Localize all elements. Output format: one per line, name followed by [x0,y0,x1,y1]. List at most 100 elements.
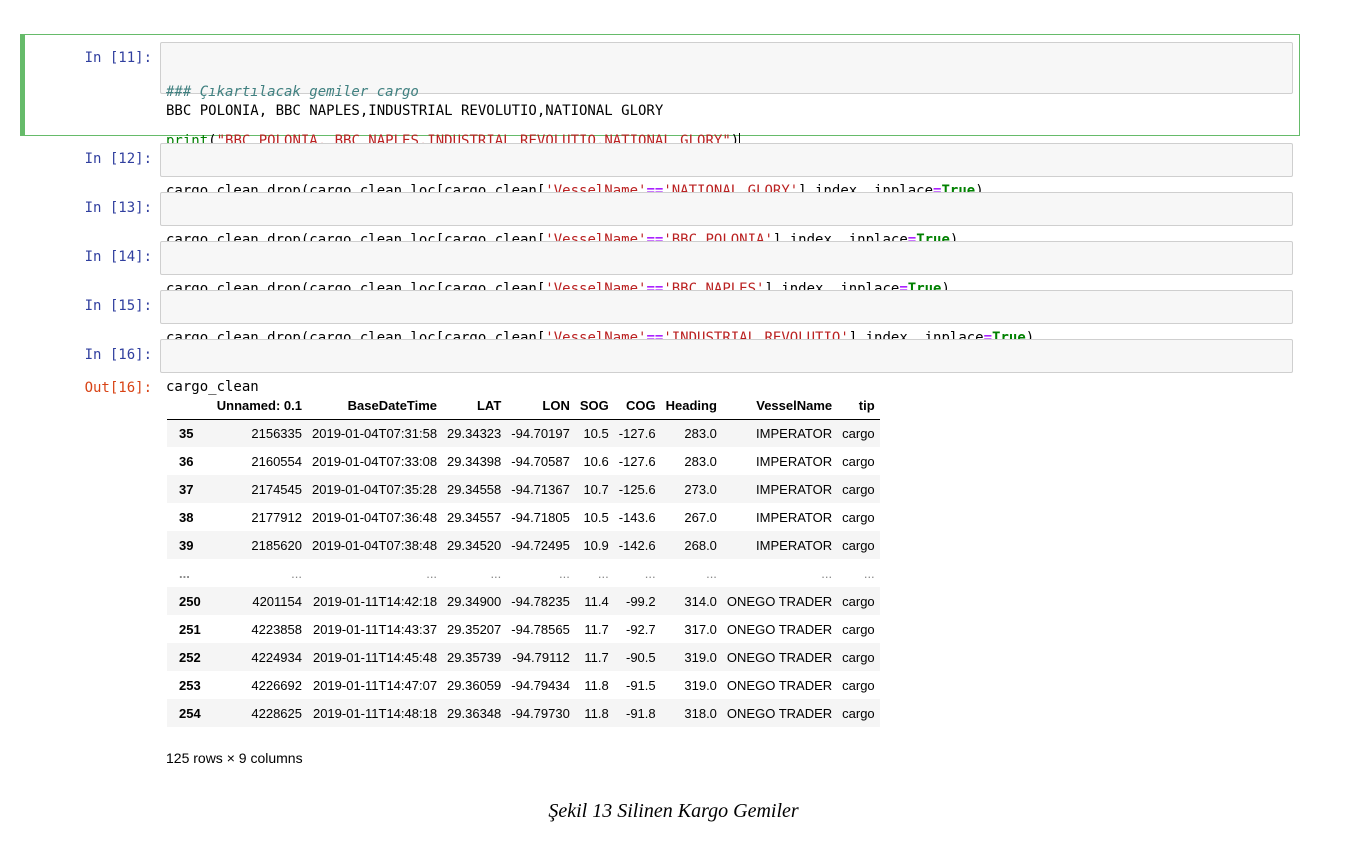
table-cell: 10.5 [583,425,609,441]
table-cell: -99.2 [625,593,656,609]
table-cell: ONEGO TRADER [726,593,833,609]
table-cell: 10.6 [583,453,609,469]
row-index: 251 [179,621,201,637]
table-cell: 319.0 [684,649,717,665]
table-cell: 2019-01-11T14:47:07 [312,677,438,693]
table-row: 250 4201154 2019-01-11T14:42:18 29.34900 -94… [167,587,880,615]
table-cell: 4228625 [251,705,302,721]
table-row: 36 2160554 2019-01-04T07:33:08 29.34398 -94.… [167,447,880,475]
table-cell: -94.71367 [511,481,570,497]
table-row: 254 4228625 2019-01-11T14:48:18 29.36348 -94… [167,699,880,727]
table-cell: 29.35207 [447,621,502,637]
table-cell: ... [291,565,302,581]
table-cell: 11.7 [584,621,609,637]
table-cell: -94.79434 [511,677,570,693]
table-cell: -94.70197 [511,425,570,441]
table-cell: -91.8 [625,705,656,721]
table-cell: -94.72495 [511,537,570,553]
table-cell: 2019-01-11T14:43:37 [312,621,438,637]
table-cell: 10.7 [583,481,609,497]
table-cell: 267.0 [684,509,717,525]
table-row: 35 2156335 2019-01-04T07:31:58 29.34323 -94.… [167,419,880,447]
column-header: Unnamed: 0.1 [207,393,307,420]
table-cell: 2019-01-04T07:38:48 [312,537,438,553]
table-cell: 29.36059 [447,677,502,693]
column-header: VesselName [721,393,838,420]
table-cell: 283.0 [684,453,717,469]
table-cell: -125.6 [618,481,656,497]
table-cell: 10.5 [583,509,609,525]
code-input-11[interactable]: ### Çıkartılacak gemiler cargo print("BB… [160,42,1293,149]
table-cell: 317.0 [684,621,717,637]
table-cell: -94.79112 [512,649,570,665]
table-cell: ONEGO TRADER [726,649,833,665]
column-header: SOG [574,393,614,420]
table-cell: cargo [842,509,875,525]
table-cell: 4224934 [251,649,302,665]
table-cell: cargo [842,677,875,693]
code-input-13[interactable]: cargo_clean.drop(cargo_clean.loc[cargo_c… [160,192,1293,248]
code-input-12[interactable]: cargo_clean.drop(cargo_clean.loc[cargo_c… [160,143,1293,199]
table-cell: 2019-01-11T14:48:18 [312,705,438,721]
table-cell: 2177912 [251,509,302,525]
row-index: 250 [179,593,201,609]
table-cell: cargo [842,593,875,609]
table-cell: -94.78235 [511,593,570,609]
code-input-16[interactable]: cargo_clean [160,339,1293,395]
column-header: LAT [442,393,507,420]
table-cell: ONEGO TRADER [726,621,833,637]
table-cell: ... [821,565,833,581]
row-index: ... [179,565,190,581]
column-header: tip [837,393,880,420]
code-comment: ### Çıkartılacak gemiler cargo [166,84,419,100]
table-cell: ... [559,565,570,581]
table-cell: 2160554 [251,453,302,469]
table-cell: 2019-01-04T07:36:48 [312,509,438,525]
table-cell: 283.0 [684,425,717,441]
column-header: Heading [660,393,722,420]
table-cell: 318.0 [684,705,717,721]
table-cell: 4226692 [251,677,302,693]
table-cell: cargo [842,537,875,553]
table-cell: cargo [842,705,875,721]
table-cell: 29.35739 [447,649,502,665]
table-cell: ... [706,565,717,581]
column-header: COG [613,393,661,420]
column-header: LON [506,393,575,420]
table-cell: cargo [842,481,875,497]
table-cell: 2019-01-04T07:31:58 [312,425,438,441]
table-row: 37 2174545 2019-01-04T07:35:28 29.34558 -94.… [167,475,880,503]
table-row: 252 4224934 2019-01-11T14:45:48 29.35739 -94… [167,643,880,671]
input-prompt-12: In [12]: [84,151,152,167]
table-cell: cargo [842,649,875,665]
table-cell: IMPERATOR [756,453,833,469]
table-cell: -94.79730 [511,705,570,721]
table-cell: 11.8 [584,677,609,693]
row-index: 253 [179,677,201,693]
table-cell: -94.71805 [511,509,570,525]
table-cell: 2185620 [251,537,302,553]
table-cell: -91.5 [625,677,656,693]
figure-caption: Şekil 13 Silinen Kargo Gemiler [548,800,799,822]
table-row-ellipsis: .............................. [167,559,880,587]
table-cell: 4201154 [252,593,302,609]
input-prompt-14: In [14]: [84,249,152,265]
table-cell: 2019-01-11T14:45:48 [312,649,438,665]
code-input-14[interactable]: cargo_clean.drop(cargo_clean.loc[cargo_c… [160,241,1293,297]
dataframe-shape: 125 rows × 9 columns [166,750,303,766]
table-cell: 319.0 [684,677,717,693]
table-cell: cargo [842,453,875,469]
table-cell: IMPERATOR [756,481,833,497]
dataframe-table: Unnamed: 0.1 BaseDateTime LAT LON SOG CO… [167,393,880,727]
table-cell: 268.0 [684,537,717,553]
table-cell: ... [644,565,656,581]
column-header: BaseDateTime [307,393,443,420]
table-row: 253 4226692 2019-01-11T14:47:07 29.36059 -94… [167,671,880,699]
table-cell: 11.4 [584,593,609,609]
input-prompt-11: In [11]: [84,50,152,66]
table-cell: 10.9 [583,537,609,553]
code-input-15[interactable]: cargo_clean.drop(cargo_clean.loc[cargo_c… [160,290,1293,346]
row-index: 38 [179,509,194,525]
row-index: 36 [179,453,194,469]
table-cell: ONEGO TRADER [726,705,833,721]
